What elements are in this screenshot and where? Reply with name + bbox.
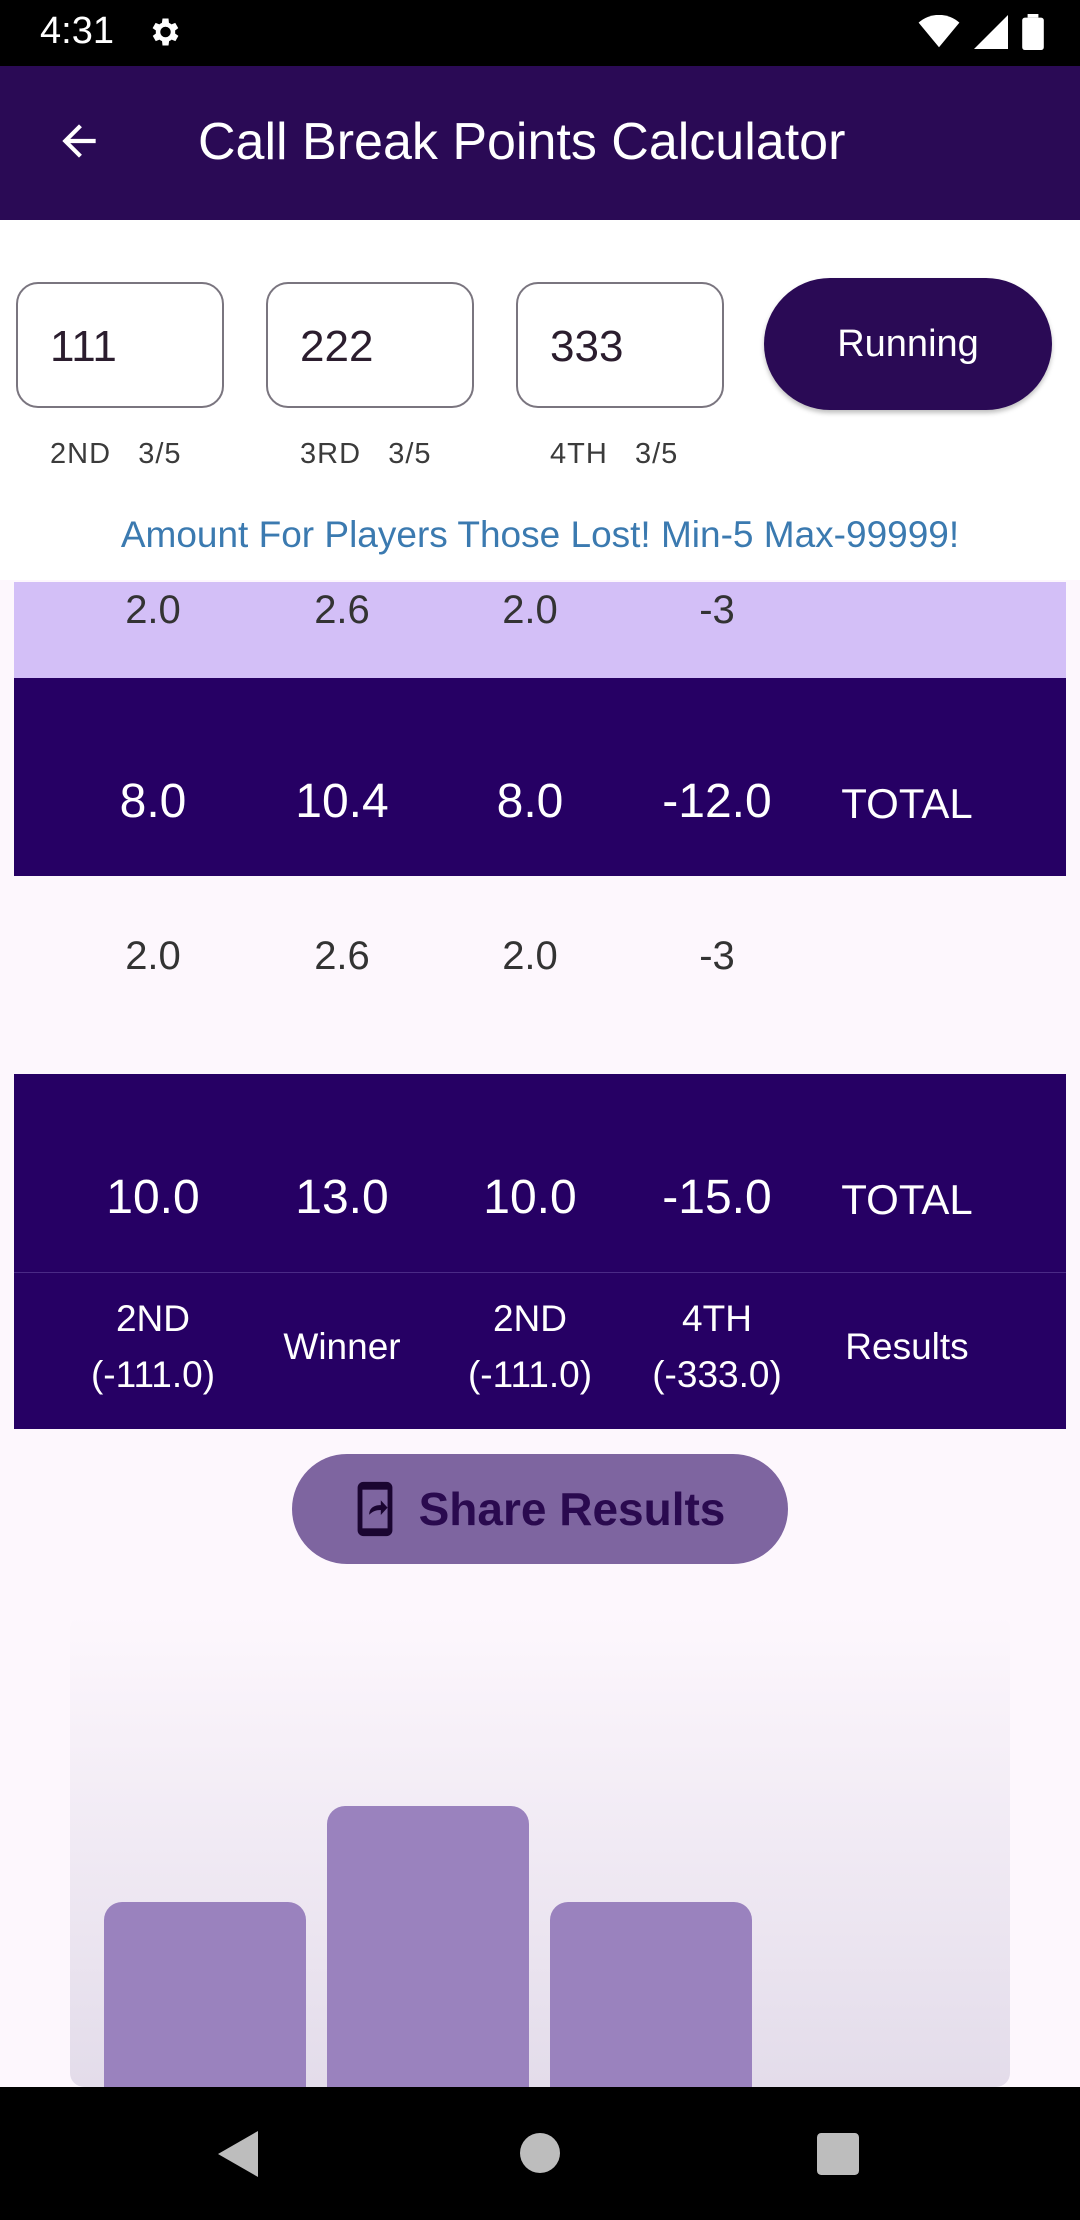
signal-icon	[974, 15, 1008, 49]
total-cell: 10.0	[106, 1171, 200, 1224]
chart-bar	[104, 1902, 306, 2087]
score-cell: 2.0	[502, 588, 558, 632]
amount-label-2nd: 2ND 3/5	[50, 438, 182, 470]
share-results-button[interactable]: Share Results	[292, 1454, 788, 1564]
table-row: 2.0 2.6 2.0 -3	[14, 878, 1066, 1018]
total-row: 8.0 10.4 8.0 -12.0 TOTAL	[14, 678, 1066, 876]
total-cell: 8.0	[119, 775, 187, 828]
total-cell: -15.0	[662, 1171, 772, 1224]
result-cell: Winner	[283, 1326, 401, 1367]
running-button[interactable]: Running	[764, 278, 1052, 410]
share-results-label: Share Results	[418, 1483, 726, 1535]
amount-value: 222	[300, 322, 374, 371]
score-cell: 2.6	[314, 934, 370, 978]
app-bar: Call Break Points Calculator	[0, 66, 1080, 220]
square-recents-icon[interactable]	[817, 2133, 859, 2175]
amount-note: Amount For Players Those Lost! Min-5 Max…	[120, 514, 960, 555]
score-cell: 2.6	[314, 588, 370, 632]
arrow-left-icon	[62, 124, 96, 158]
score-cell: 2.0	[502, 934, 558, 978]
points-bar-chart	[70, 1614, 1010, 2087]
amount-value: 333	[550, 322, 624, 371]
amount-input-4th[interactable]: 333	[516, 282, 724, 408]
score-cell: -3	[699, 588, 735, 632]
page-title: Call Break Points Calculator	[198, 113, 846, 171]
total-label: TOTAL	[841, 1176, 973, 1223]
result-cell: 4TH (-333.0)	[652, 1298, 782, 1395]
score-cell: -3	[699, 934, 735, 978]
chart-bar	[327, 1806, 529, 2087]
score-cell: 2.0	[125, 588, 181, 632]
triangle-back-icon[interactable]	[218, 2131, 258, 2177]
back-button[interactable]	[48, 110, 110, 172]
amount-label-4th: 4TH 3/5	[550, 438, 679, 470]
total-label: TOTAL	[841, 780, 973, 827]
circle-home-icon[interactable]	[520, 2133, 560, 2173]
battery-icon	[1022, 14, 1044, 50]
total-row: 10.0 13.0 10.0 -15.0 TOTAL	[14, 1074, 1066, 1272]
gear-icon	[146, 14, 182, 50]
total-cell: 13.0	[295, 1171, 389, 1224]
result-cell: 2ND (-111.0)	[90, 1298, 216, 1395]
amount-input-3rd[interactable]: 222	[266, 282, 474, 408]
status-icons	[918, 14, 1044, 50]
amount-value: 111	[50, 322, 117, 371]
amount-input-2nd[interactable]: 111	[16, 282, 224, 408]
results-label: Results	[845, 1326, 969, 1367]
status-time: 4:31	[40, 10, 114, 52]
total-cell: 8.0	[496, 775, 564, 828]
navigation-bar	[0, 2087, 1080, 2220]
results-row: 2ND (-111.0) Winner 2ND (-111.0) 4TH (-333.…	[14, 1272, 1066, 1429]
score-cell: 2.0	[125, 934, 181, 978]
chart-bar	[550, 1902, 752, 2087]
amount-label-3rd: 3RD 3/5	[300, 438, 432, 470]
total-cell: -12.0	[662, 775, 772, 828]
total-cell: 10.0	[483, 1171, 577, 1224]
main-content: 111 222 333 2ND 3/5 3RD 3/5 4TH 3/5 Runn…	[0, 220, 1080, 2087]
table-row: 2.0 2.6 2.0 -3	[14, 582, 1066, 678]
phone-share-icon	[357, 1481, 392, 1537]
total-cell: 10.4	[295, 775, 389, 828]
result-cell: 2ND (-111.0)	[467, 1298, 593, 1395]
status-bar: 4:31	[0, 0, 1080, 66]
wifi-icon	[918, 15, 960, 48]
